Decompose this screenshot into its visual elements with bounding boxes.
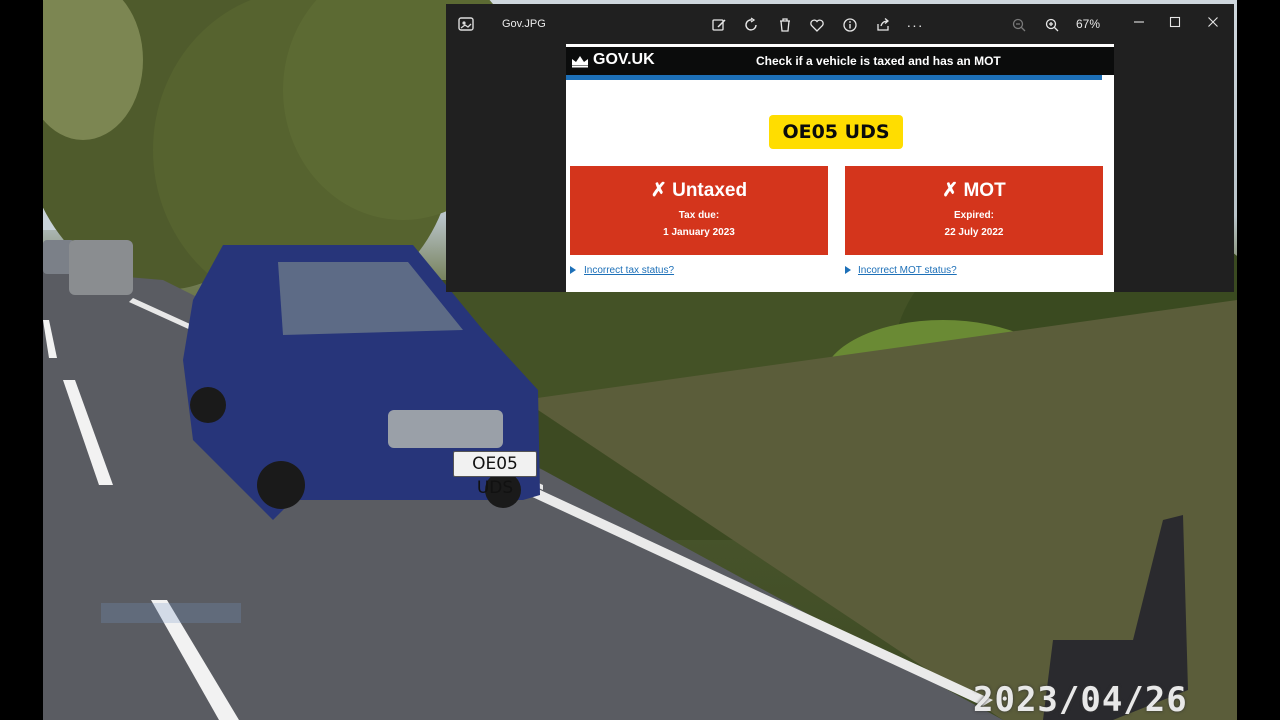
rotate-icon[interactable] bbox=[741, 14, 763, 36]
header-accent-bar bbox=[566, 75, 1102, 80]
share-icon[interactable] bbox=[872, 14, 894, 36]
mot-expired-label: Expired: bbox=[953, 210, 994, 221]
photos-viewer-window: Gov.JPG ··· 67% GOV.UK Check if a vehicl… bbox=[446, 4, 1234, 292]
zoom-out-icon[interactable] bbox=[1008, 14, 1030, 36]
mot-link-arrow-icon bbox=[845, 266, 851, 274]
video-timestamp: 2023/04/26 bbox=[973, 680, 1188, 720]
zoom-level[interactable]: 67% bbox=[1076, 17, 1100, 31]
tax-status-heading: ✗ Untaxed bbox=[650, 180, 748, 201]
delete-icon[interactable] bbox=[774, 14, 796, 36]
service-title: Check if a vehicle is taxed and has an M… bbox=[756, 54, 1001, 68]
gov-uk-logo: GOV.UK bbox=[593, 51, 655, 68]
photos-app-icon bbox=[458, 17, 474, 31]
mot-status-heading: ✗ MOT bbox=[942, 180, 1006, 201]
faded-overlay-label bbox=[101, 603, 241, 623]
info-icon[interactable] bbox=[839, 14, 861, 36]
crown-icon bbox=[572, 56, 588, 68]
car-number-plate: OE05 UDS bbox=[453, 451, 537, 498]
incorrect-mot-status-link[interactable]: Incorrect MOT status? bbox=[858, 265, 957, 276]
registration-plate: OE05 UDS bbox=[769, 115, 903, 149]
mot-expiry-date: 22 July 2022 bbox=[944, 227, 1004, 238]
more-options-icon[interactable]: ··· bbox=[904, 14, 926, 36]
zoom-in-icon[interactable] bbox=[1041, 14, 1063, 36]
close-icon[interactable] bbox=[1200, 10, 1226, 34]
displayed-image-gov-result: GOV.UK Check if a vehicle is taxed and h… bbox=[566, 44, 1114, 292]
mot-status-panel: ✗ MOT Expired: 22 July 2022 bbox=[845, 166, 1103, 255]
minimize-icon[interactable] bbox=[1126, 10, 1152, 34]
file-name: Gov.JPG bbox=[502, 18, 546, 30]
title-bar: Gov.JPG ··· 67% bbox=[446, 4, 1234, 44]
maximize-icon[interactable] bbox=[1162, 10, 1188, 34]
incorrect-tax-status-link[interactable]: Incorrect tax status? bbox=[584, 265, 674, 276]
tax-due-date: 1 January 2023 bbox=[663, 227, 735, 238]
tax-due-label: Tax due: bbox=[678, 210, 720, 221]
tax-link-arrow-icon bbox=[570, 266, 576, 274]
favorite-heart-icon[interactable] bbox=[806, 14, 828, 36]
gov-header: GOV.UK Check if a vehicle is taxed and h… bbox=[566, 47, 1114, 75]
tax-status-panel: ✗ Untaxed Tax due: 1 January 2023 bbox=[570, 166, 828, 255]
edit-image-icon[interactable] bbox=[708, 14, 730, 36]
